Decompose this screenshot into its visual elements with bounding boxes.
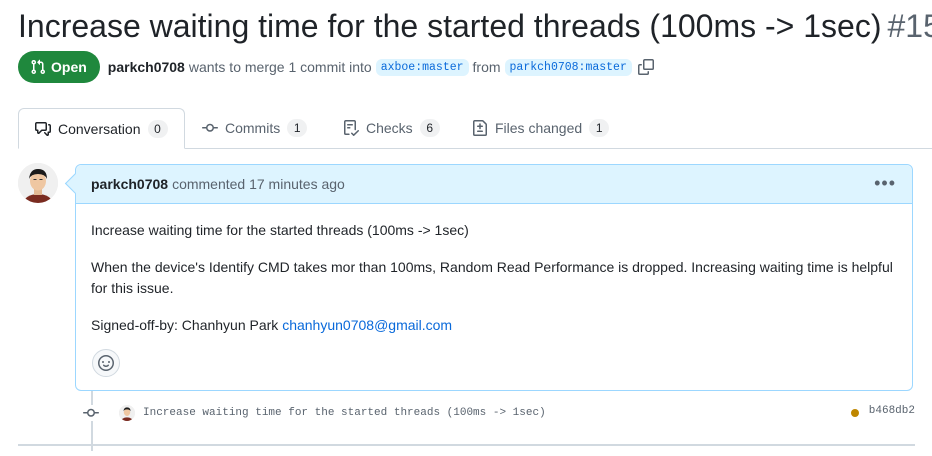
tab-checks-label: Checks [366, 120, 413, 136]
add-reaction-button[interactable] [92, 349, 120, 377]
tab-commits-count: 1 [287, 119, 308, 137]
kebab-menu-icon[interactable]: ••• [874, 174, 896, 192]
git-commit-icon [83, 405, 99, 421]
tab-commits-label: Commits [225, 120, 281, 136]
comment-author-link[interactable]: parkch0708 [91, 176, 168, 192]
comment-body: Increase waiting time for the started th… [76, 204, 912, 336]
copy-branch-button[interactable] [637, 59, 654, 75]
comment-header: parkch0708 commented 17 minutes ago ••• [76, 165, 912, 204]
copy-icon [637, 59, 654, 75]
head-branch[interactable]: parkch0708:master [504, 58, 632, 76]
divider [18, 444, 915, 446]
comment-author-avatar[interactable] [18, 163, 58, 203]
file-diff-icon [473, 120, 487, 136]
avatar [119, 405, 135, 421]
merge-text: wants to merge 1 commit into [188, 59, 372, 75]
signoff-email-link[interactable]: chanhyun0708@gmail.com [282, 317, 452, 333]
pr-author-link[interactable]: parkch0708 [108, 59, 185, 75]
base-branch[interactable]: axboe:master [375, 58, 469, 76]
avatar [18, 163, 58, 203]
comment-paragraph: When the device's Identify CMD takes mor… [91, 259, 893, 296]
git-pull-request-icon [31, 59, 46, 75]
state-label: Open [51, 59, 87, 75]
comment-discussion-icon [35, 121, 51, 136]
comment-paragraph: Increase waiting time for the started th… [91, 222, 469, 238]
tab-checks-count: 6 [419, 119, 440, 137]
pr-meta-row: Open parkch0708 wants to merge 1 commit … [18, 51, 654, 83]
from-text: from [472, 59, 501, 75]
pr-number: #15 [887, 8, 932, 44]
checklist-icon [344, 120, 359, 136]
tab-files-changed-count: 1 [589, 119, 610, 137]
smiley-icon [98, 355, 114, 371]
state-badge: Open [18, 51, 100, 83]
pr-tabs: Conversation 0 Commits 1 Checks 6 Files … [18, 108, 932, 149]
comment-timestamp[interactable]: commented 17 minutes ago [172, 176, 345, 192]
commit-sha-link[interactable]: b468db2 [869, 405, 915, 417]
tab-files-changed-label: Files changed [495, 120, 583, 136]
pr-title-row: Increase waiting time for the started th… [18, 4, 932, 48]
tab-conversation[interactable]: Conversation 0 [18, 108, 185, 149]
tab-files-changed[interactable]: Files changed 1 [456, 108, 625, 148]
signoff-text: Signed-off-by: Chanhyun Park [91, 317, 279, 333]
pr-title: Increase waiting time for the started th… [18, 8, 882, 44]
commit-row: Increase waiting time for the started th… [83, 402, 915, 424]
tab-conversation-label: Conversation [58, 120, 141, 137]
commit-status-dot[interactable] [851, 409, 859, 417]
git-commit-icon [202, 123, 218, 132]
tab-commits[interactable]: Commits 1 [186, 108, 323, 148]
comment-box: parkch0708 commented 17 minutes ago ••• … [75, 164, 913, 391]
tab-checks[interactable]: Checks 6 [327, 108, 456, 148]
tab-conversation-count: 0 [147, 119, 168, 138]
commit-message-link[interactable]: Increase waiting time for the started th… [143, 407, 546, 419]
signoff-line: Signed-off-by: Chanhyun Park chanhyun070… [91, 315, 897, 336]
commit-author-avatar[interactable] [119, 405, 135, 421]
